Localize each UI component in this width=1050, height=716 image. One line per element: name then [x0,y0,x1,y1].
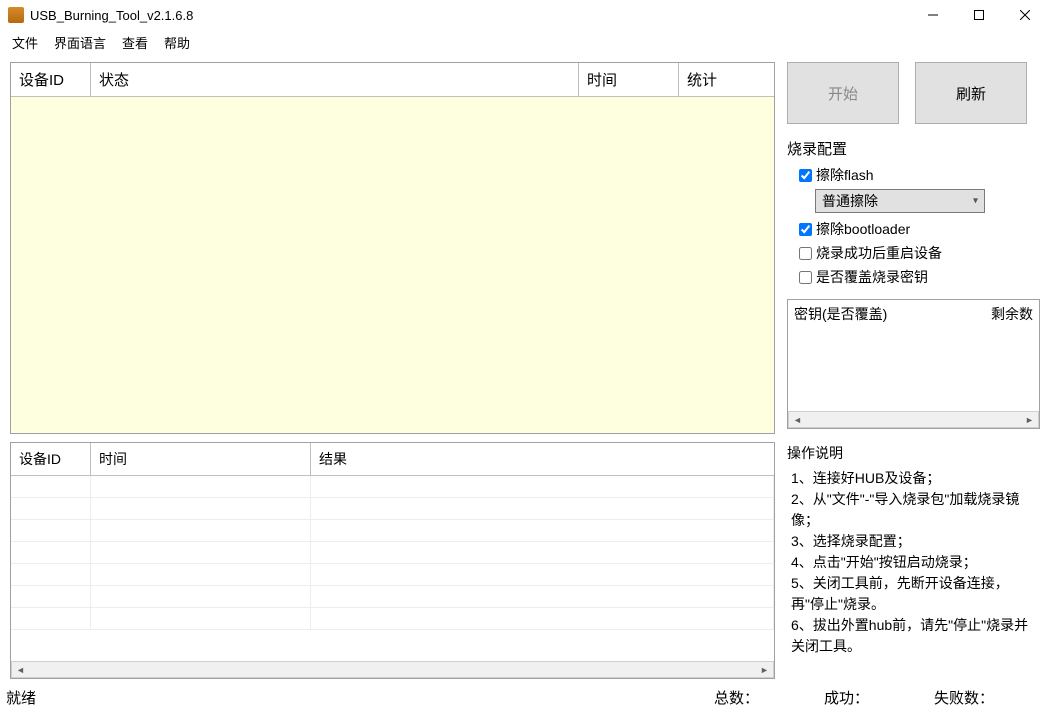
device-status-body[interactable] [11,97,774,433]
erase-flash-input[interactable] [799,169,812,182]
erase-flash-label: 擦除flash [816,165,874,185]
menubar: 文件 界面语言 查看 帮助 [0,30,1050,54]
key-col-remaining[interactable]: 剩余数 [991,304,1033,324]
burn-config-title: 烧录配置 [787,138,1040,159]
maximize-button[interactable] [956,0,1002,30]
scroll-left-icon[interactable]: ◄ [12,662,29,677]
close-button[interactable] [1002,0,1048,30]
device-status-header: 设备ID 状态 时间 统计 [11,63,774,97]
table-row [11,520,774,542]
key-scrollbar[interactable]: ◄ ► [788,411,1039,428]
window-title: USB_Burning_Tool_v2.1.6.8 [30,8,193,23]
table-row [11,564,774,586]
action-buttons: 开始 刷新 [787,62,1040,124]
scroll-right-icon[interactable]: ► [756,662,773,677]
left-column: 设备ID 状态 时间 统计 设备ID 时间 结果 [10,62,775,679]
menu-view[interactable]: 查看 [114,31,156,54]
minimize-icon [928,10,938,20]
right-column: 开始 刷新 烧录配置 擦除flash 普通擦除 ▾ 擦除bootloader 烧… [787,62,1040,679]
scroll-right-icon[interactable]: ► [1021,412,1038,427]
instruction-line: 3、选择烧录配置； [787,531,1040,552]
table-row [11,476,774,498]
menu-help[interactable]: 帮助 [156,31,198,54]
close-icon [1020,10,1030,20]
log-col-result[interactable]: 结果 [311,443,774,475]
instruction-line: 6、拔出外置hub前，请先"停止"烧录并关闭工具。 [787,615,1040,657]
reboot-after-input[interactable] [799,247,812,260]
overwrite-key-input[interactable] [799,271,812,284]
col-stats[interactable]: 统计 [679,63,774,96]
col-time[interactable]: 时间 [579,63,679,96]
refresh-button[interactable]: 刷新 [915,62,1027,124]
log-table: 设备ID 时间 结果 ◄ ► [10,442,775,679]
instructions-title: 操作说明 [787,443,1040,464]
device-status-table: 设备ID 状态 时间 统计 [10,62,775,434]
key-table-body[interactable] [788,328,1039,411]
log-col-time[interactable]: 时间 [91,443,311,475]
col-status[interactable]: 状态 [91,63,579,96]
log-col-device-id[interactable]: 设备ID [11,443,91,475]
status-ready: 就绪 [6,687,714,708]
scroll-left-icon[interactable]: ◄ [789,412,806,427]
reboot-after-checkbox[interactable]: 烧录成功后重启设备 [787,241,1040,265]
overwrite-key-checkbox[interactable]: 是否覆盖烧录密钥 [787,265,1040,289]
app-icon [8,7,24,23]
overwrite-key-label: 是否覆盖烧录密钥 [816,267,928,287]
col-device-id[interactable]: 设备ID [11,63,91,96]
status-success: 成功： [824,687,934,708]
chevron-down-icon: ▾ [973,196,978,207]
start-button[interactable]: 开始 [787,62,899,124]
statusbar: 就绪 总数： 成功： 失败数： [0,683,1050,711]
instruction-line: 2、从"文件"-"导入烧录包"加载烧录镜像； [787,489,1040,531]
table-row [11,586,774,608]
status-total: 总数： [714,687,824,708]
key-table: 密钥(是否覆盖) 剩余数 ◄ ► [787,299,1040,429]
scroll-track[interactable] [806,412,1021,427]
reboot-after-label: 烧录成功后重启设备 [816,243,942,263]
instruction-line: 4、点击"开始"按钮启动烧录； [787,552,1040,573]
key-table-header: 密钥(是否覆盖) 剩余数 [788,300,1039,328]
key-col-name[interactable]: 密钥(是否覆盖) [794,304,991,324]
status-fail: 失败数： [934,687,1044,708]
instruction-line: 5、关闭工具前，先断开设备连接，再"停止"烧录。 [787,573,1040,615]
main-content: 设备ID 状态 时间 统计 设备ID 时间 结果 [0,54,1050,683]
table-row [11,608,774,630]
table-row [11,498,774,520]
menu-language[interactable]: 界面语言 [46,31,114,54]
erase-bootloader-label: 擦除bootloader [816,219,910,239]
log-header: 设备ID 时间 结果 [11,443,774,476]
log-body[interactable] [11,476,774,661]
scroll-track[interactable] [29,662,756,677]
erase-bootloader-checkbox[interactable]: 擦除bootloader [787,217,1040,241]
erase-mode-value: 普通擦除 [822,191,878,211]
instruction-line: 1、连接好HUB及设备； [787,468,1040,489]
window-controls [910,0,1048,30]
erase-bootloader-input[interactable] [799,223,812,236]
instructions-panel: 操作说明 1、连接好HUB及设备； 2、从"文件"-"导入烧录包"加载烧录镜像；… [787,439,1040,679]
maximize-icon [974,10,984,20]
minimize-button[interactable] [910,0,956,30]
menu-file[interactable]: 文件 [4,31,46,54]
erase-mode-select[interactable]: 普通擦除 ▾ [815,189,985,213]
log-scrollbar[interactable]: ◄ ► [11,661,774,678]
titlebar: USB_Burning_Tool_v2.1.6.8 [0,0,1050,30]
table-row [11,542,774,564]
erase-flash-checkbox[interactable]: 擦除flash [787,163,1040,187]
